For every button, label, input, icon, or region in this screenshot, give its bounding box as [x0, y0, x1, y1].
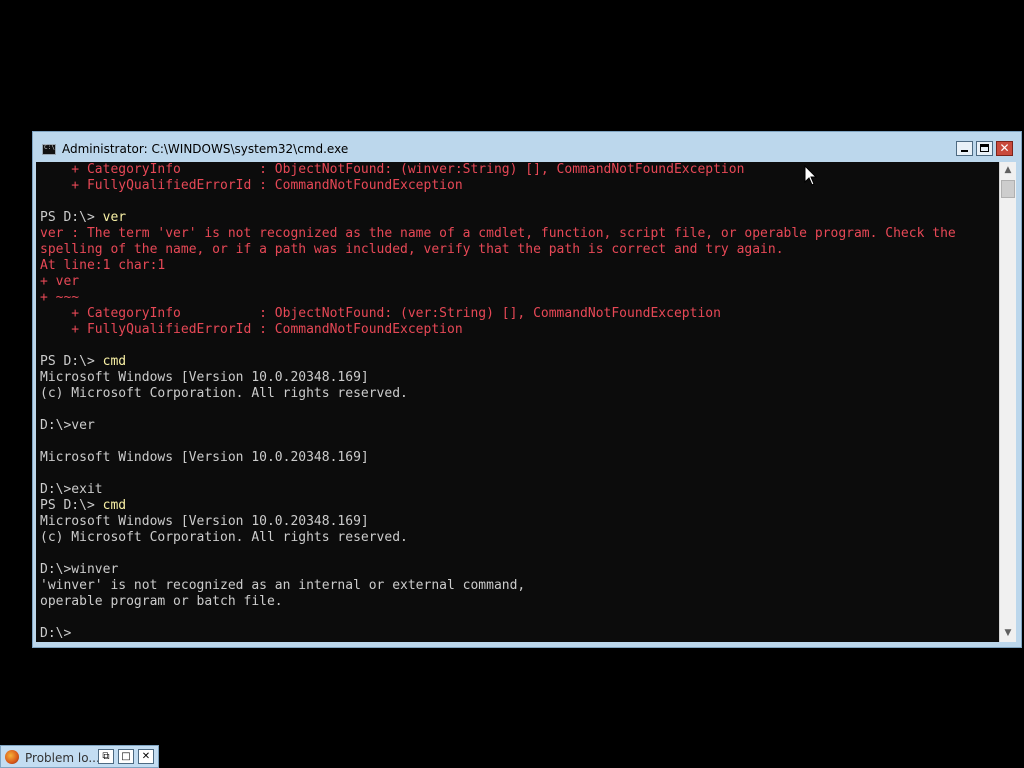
restore-button[interactable]: ⧉ — [98, 749, 114, 764]
minimized-window-title: Problem lo... — [25, 751, 100, 765]
minimize-icon — [961, 150, 968, 152]
console-line: Microsoft Windows [Version 10.0.20348.16… — [40, 514, 369, 529]
console-line: (c) Microsoft Corporation. All rights re… — [40, 530, 408, 545]
console-line: At line:1 char:1 — [40, 258, 166, 273]
desktop: Administrator: C:\WINDOWS\system32\cmd.e… — [0, 0, 1024, 768]
console-output[interactable]: + CategoryInfo : ObjectNotFound: (winver… — [36, 162, 999, 642]
minimize-button[interactable] — [956, 141, 973, 156]
close-button[interactable]: ✕ — [138, 749, 154, 764]
console-line: Microsoft Windows [Version 10.0.20348.16… — [40, 450, 369, 465]
console-line: D:\>ver — [40, 418, 95, 433]
console-line: + CategoryInfo : ObjectNotFound: (ver:St… — [40, 306, 721, 321]
console-line: + FullyQualifiedErrorId : CommandNotFoun… — [40, 178, 463, 193]
scroll-up-arrow-icon[interactable]: ▲ — [1000, 162, 1016, 179]
minimized-window[interactable]: Problem lo... ⧉ □ ✕ — [0, 745, 159, 768]
console-line: (c) Microsoft Corporation. All rights re… — [40, 386, 408, 401]
console-line: D:\>winver — [40, 562, 119, 577]
window-title: Administrator: C:\WINDOWS\system32\cmd.e… — [62, 142, 349, 156]
console-line: + ver — [40, 274, 80, 289]
maximize-icon — [980, 144, 989, 152]
console-prompt: PS D:\> — [40, 498, 103, 513]
cmd-icon[interactable] — [42, 144, 56, 155]
console-line: + FullyQualifiedErrorId : CommandNotFoun… — [40, 322, 463, 337]
console-window[interactable]: Administrator: C:\WINDOWS\system32\cmd.e… — [32, 131, 1022, 648]
console-line: + CategoryInfo : ObjectNotFound: (winver… — [40, 162, 745, 177]
console-prompt: PS D:\> — [40, 354, 103, 369]
vertical-scrollbar[interactable]: ▲ ▼ — [999, 162, 1016, 642]
console-line: PS D:\> cmd — [40, 354, 956, 370]
console-command: cmd — [102, 354, 127, 369]
console-line: PS D:\> cmd — [40, 498, 956, 514]
console-line: spelling of the name, or if a path was i… — [40, 242, 784, 257]
console-text: + CategoryInfo : ObjectNotFound: (winver… — [40, 162, 956, 642]
console-line: ver : The term 'ver' is not recognized a… — [40, 226, 956, 241]
firefox-icon — [5, 750, 19, 764]
console-line: PS D:\> ver — [40, 210, 956, 226]
mouse-cursor-icon — [804, 165, 818, 186]
console-prompt: PS D:\> — [40, 210, 103, 225]
console-line: D:\> — [40, 626, 72, 641]
close-button[interactable]: ✕ — [996, 141, 1013, 156]
console-line: + ~~~ — [40, 290, 80, 305]
close-icon: ✕ — [999, 141, 1010, 155]
scrollbar-thumb[interactable] — [1001, 180, 1015, 198]
console-line: operable program or batch file. — [40, 594, 283, 609]
title-bar[interactable]: Administrator: C:\WINDOWS\system32\cmd.e… — [33, 132, 1021, 162]
console-command: ver — [102, 210, 127, 225]
scroll-down-arrow-icon[interactable]: ▼ — [1000, 625, 1016, 642]
maximize-button[interactable]: □ — [118, 749, 134, 764]
console-line: Microsoft Windows [Version 10.0.20348.16… — [40, 370, 369, 385]
console-line: D:\>exit — [40, 482, 103, 497]
maximize-button[interactable] — [976, 141, 993, 156]
console-command: cmd — [102, 498, 127, 513]
console-line: 'winver' is not recognized as an interna… — [40, 578, 526, 593]
